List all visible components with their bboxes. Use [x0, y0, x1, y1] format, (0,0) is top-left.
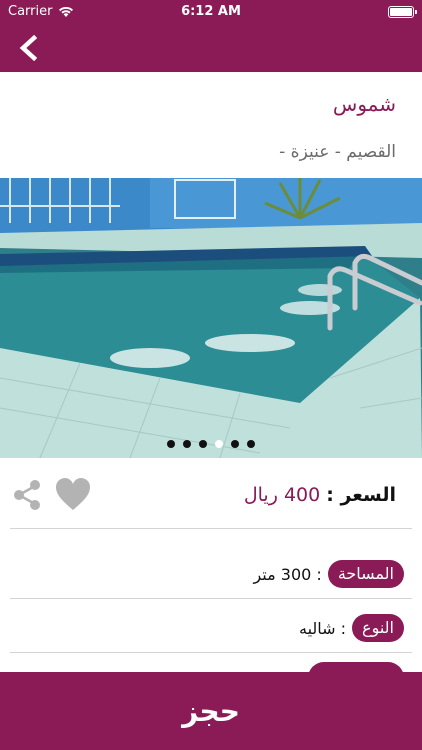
- attribute-type: النوع : شاليه: [18, 610, 404, 646]
- price-label: السعر :: [326, 484, 396, 506]
- area-value: : 300 متر: [253, 564, 322, 584]
- listing-location: القصيم - عنيزة -: [279, 142, 396, 162]
- price-text: السعر : 400 ريال: [244, 484, 396, 506]
- page-dot[interactable]: [167, 440, 175, 448]
- page-dot[interactable]: [199, 440, 207, 448]
- heart-icon: [56, 478, 90, 510]
- page-dot-active[interactable]: [215, 440, 223, 448]
- listing-title: شموس: [332, 92, 396, 116]
- status-time: 6:12 AM: [181, 4, 241, 19]
- swimming-pool-photo: [0, 178, 422, 458]
- attribute-area: المساحة : 300 متر: [18, 556, 404, 592]
- book-button-label: حجز: [182, 694, 240, 728]
- page-dot[interactable]: [247, 440, 255, 448]
- price-value: 400 ريال: [243, 484, 321, 506]
- divider: [10, 528, 412, 529]
- price-row: السعر : 400 ريال: [0, 468, 422, 524]
- area-label-pill: المساحة: [327, 560, 404, 588]
- chevron-left-icon: [19, 35, 38, 61]
- favorite-button[interactable]: [54, 476, 92, 514]
- share-button[interactable]: [8, 476, 46, 514]
- book-button[interactable]: حجز: [0, 672, 422, 750]
- share-icon: [14, 480, 40, 510]
- divider: [10, 598, 412, 599]
- status-bar: Carrier 6:12 AM: [0, 0, 422, 24]
- divider: [10, 652, 412, 653]
- page-dot[interactable]: [183, 440, 191, 448]
- image-gallery[interactable]: [0, 178, 422, 458]
- back-button[interactable]: [12, 32, 46, 64]
- type-value: : شاليه: [298, 618, 347, 638]
- nav-bar: [0, 24, 422, 72]
- title-block: شموس: [333, 92, 396, 116]
- battery-icon: [388, 6, 417, 18]
- page-dot[interactable]: [231, 440, 239, 448]
- gallery-pagination[interactable]: [0, 440, 422, 448]
- type-label-pill: النوع: [352, 614, 404, 642]
